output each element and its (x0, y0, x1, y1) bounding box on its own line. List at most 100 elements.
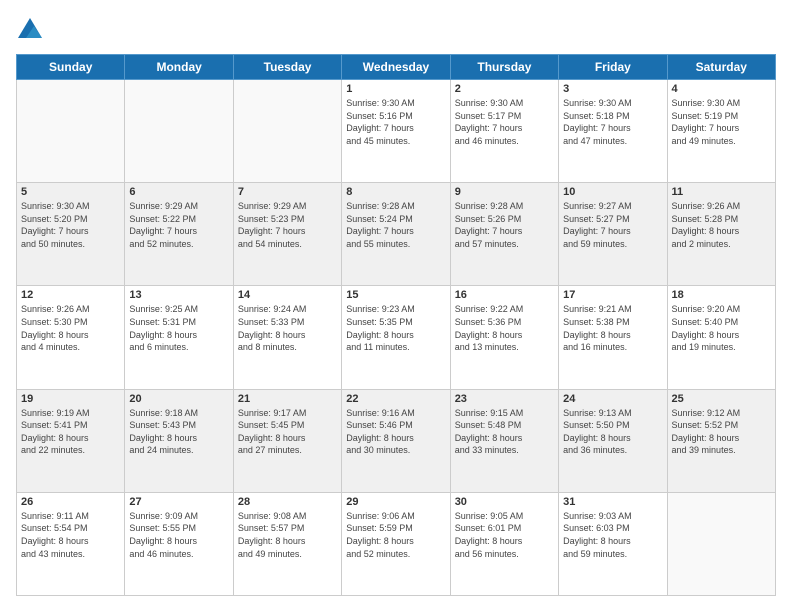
day-info: Sunrise: 9:16 AM Sunset: 5:46 PM Dayligh… (346, 407, 445, 457)
day-cell: 7 Sunrise: 9:29 AM Sunset: 5:23 PM Daylig… (233, 183, 341, 286)
week-row-4: 19 Sunrise: 9:19 AM Sunset: 5:41 PM Dayli… (17, 389, 776, 492)
day-cell: 23 Sunrise: 9:15 AM Sunset: 5:48 PM Dayli… (450, 389, 558, 492)
day-info: Sunrise: 9:26 AM Sunset: 5:28 PM Dayligh… (672, 200, 771, 250)
day-cell: 2 Sunrise: 9:30 AM Sunset: 5:17 PM Daylig… (450, 80, 558, 183)
day-cell: 12 Sunrise: 9:26 AM Sunset: 5:30 PM Dayli… (17, 286, 125, 389)
day-number: 8 (346, 186, 445, 198)
day-info: Sunrise: 9:30 AM Sunset: 5:17 PM Dayligh… (455, 97, 554, 147)
day-cell: 20 Sunrise: 9:18 AM Sunset: 5:43 PM Dayli… (125, 389, 233, 492)
day-info: Sunrise: 9:19 AM Sunset: 5:41 PM Dayligh… (21, 407, 120, 457)
day-info: Sunrise: 9:06 AM Sunset: 5:59 PM Dayligh… (346, 510, 445, 560)
header (16, 16, 776, 44)
day-info: Sunrise: 9:18 AM Sunset: 5:43 PM Dayligh… (129, 407, 228, 457)
day-number: 15 (346, 289, 445, 301)
day-info: Sunrise: 9:29 AM Sunset: 5:23 PM Dayligh… (238, 200, 337, 250)
day-info: Sunrise: 9:11 AM Sunset: 5:54 PM Dayligh… (21, 510, 120, 560)
day-info: Sunrise: 9:15 AM Sunset: 5:48 PM Dayligh… (455, 407, 554, 457)
day-number: 21 (238, 393, 337, 405)
day-cell: 13 Sunrise: 9:25 AM Sunset: 5:31 PM Dayli… (125, 286, 233, 389)
day-cell: 24Sunrise: 9:13 AM Sunset: 5:50 PM Dayli… (559, 389, 667, 492)
day-number: 28 (238, 496, 337, 508)
day-cell: 15 Sunrise: 9:23 AM Sunset: 5:35 PM Dayli… (342, 286, 450, 389)
day-number: 12 (21, 289, 120, 301)
page: SundayMondayTuesdayWednesdayThursdayFrid… (0, 0, 792, 612)
day-info: Sunrise: 9:09 AM Sunset: 5:55 PM Dayligh… (129, 510, 228, 560)
day-number: 22 (346, 393, 445, 405)
day-cell: 3Sunrise: 9:30 AM Sunset: 5:18 PM Daylig… (559, 80, 667, 183)
day-cell: 26 Sunrise: 9:11 AM Sunset: 5:54 PM Dayli… (17, 492, 125, 595)
day-number: 31 (563, 496, 662, 508)
week-row-5: 26 Sunrise: 9:11 AM Sunset: 5:54 PM Dayli… (17, 492, 776, 595)
day-cell: 21 Sunrise: 9:17 AM Sunset: 5:45 PM Dayli… (233, 389, 341, 492)
day-info: Sunrise: 9:26 AM Sunset: 5:30 PM Dayligh… (21, 303, 120, 353)
day-number: 6 (129, 186, 228, 198)
day-info: Sunrise: 9:12 AM Sunset: 5:52 PM Dayligh… (672, 407, 771, 457)
day-number: 14 (238, 289, 337, 301)
day-cell (233, 80, 341, 183)
day-info: Sunrise: 9:28 AM Sunset: 5:26 PM Dayligh… (455, 200, 554, 250)
day-cell: 29Sunrise: 9:06 AM Sunset: 5:59 PM Dayli… (342, 492, 450, 595)
day-number: 13 (129, 289, 228, 301)
day-cell: 11 Sunrise: 9:26 AM Sunset: 5:28 PM Dayli… (667, 183, 775, 286)
day-cell: 8 Sunrise: 9:28 AM Sunset: 5:24 PM Daylig… (342, 183, 450, 286)
day-number: 11 (672, 186, 771, 198)
day-info: Sunrise: 9:03 AM Sunset: 6:03 PM Dayligh… (563, 510, 662, 560)
day-cell: 25 Sunrise: 9:12 AM Sunset: 5:52 PM Dayli… (667, 389, 775, 492)
day-info: Sunrise: 9:08 AM Sunset: 5:57 PM Dayligh… (238, 510, 337, 560)
day-number: 25 (672, 393, 771, 405)
day-number: 7 (238, 186, 337, 198)
day-number: 23 (455, 393, 554, 405)
day-number: 9 (455, 186, 554, 198)
day-info: Sunrise: 9:28 AM Sunset: 5:24 PM Dayligh… (346, 200, 445, 250)
day-cell: 28 Sunrise: 9:08 AM Sunset: 5:57 PM Dayli… (233, 492, 341, 595)
day-number: 27 (129, 496, 228, 508)
day-number: 20 (129, 393, 228, 405)
day-cell: 9 Sunrise: 9:28 AM Sunset: 5:26 PM Daylig… (450, 183, 558, 286)
day-cell: 22 Sunrise: 9:16 AM Sunset: 5:46 PM Dayli… (342, 389, 450, 492)
day-cell (17, 80, 125, 183)
day-cell: 19 Sunrise: 9:19 AM Sunset: 5:41 PM Dayli… (17, 389, 125, 492)
day-number: 10 (563, 186, 662, 198)
day-info: Sunrise: 9:20 AM Sunset: 5:40 PM Dayligh… (672, 303, 771, 353)
calendar-table: SundayMondayTuesdayWednesdayThursdayFrid… (16, 54, 776, 596)
day-info: Sunrise: 9:25 AM Sunset: 5:31 PM Dayligh… (129, 303, 228, 353)
day-cell: 6Sunrise: 9:29 AM Sunset: 5:22 PM Daylig… (125, 183, 233, 286)
day-number: 18 (672, 289, 771, 301)
day-cell: 27 Sunrise: 9:09 AM Sunset: 5:55 PM Dayli… (125, 492, 233, 595)
week-row-2: 5Sunrise: 9:30 AM Sunset: 5:20 PM Daylig… (17, 183, 776, 286)
day-info: Sunrise: 9:23 AM Sunset: 5:35 PM Dayligh… (346, 303, 445, 353)
day-number: 17 (563, 289, 662, 301)
day-number: 26 (21, 496, 120, 508)
day-number: 24 (563, 393, 662, 405)
day-number: 2 (455, 83, 554, 95)
day-cell: 17Sunrise: 9:21 AM Sunset: 5:38 PM Dayli… (559, 286, 667, 389)
day-number: 4 (672, 83, 771, 95)
day-cell: 1Sunrise: 9:30 AM Sunset: 5:16 PM Daylig… (342, 80, 450, 183)
day-info: Sunrise: 9:17 AM Sunset: 5:45 PM Dayligh… (238, 407, 337, 457)
day-number: 30 (455, 496, 554, 508)
day-cell: 31 Sunrise: 9:03 AM Sunset: 6:03 PM Dayli… (559, 492, 667, 595)
col-header-tuesday: Tuesday (233, 55, 341, 80)
day-info: Sunrise: 9:30 AM Sunset: 5:19 PM Dayligh… (672, 97, 771, 147)
day-info: Sunrise: 9:24 AM Sunset: 5:33 PM Dayligh… (238, 303, 337, 353)
week-row-3: 12 Sunrise: 9:26 AM Sunset: 5:30 PM Dayli… (17, 286, 776, 389)
col-header-friday: Friday (559, 55, 667, 80)
day-cell (667, 492, 775, 595)
day-number: 5 (21, 186, 120, 198)
col-header-saturday: Saturday (667, 55, 775, 80)
col-header-wednesday: Wednesday (342, 55, 450, 80)
col-header-thursday: Thursday (450, 55, 558, 80)
day-info: Sunrise: 9:27 AM Sunset: 5:27 PM Dayligh… (563, 200, 662, 250)
day-cell: 10 Sunrise: 9:27 AM Sunset: 5:27 PM Dayli… (559, 183, 667, 286)
day-cell: 30Sunrise: 9:05 AM Sunset: 6:01 PM Dayli… (450, 492, 558, 595)
day-info: Sunrise: 9:30 AM Sunset: 5:16 PM Dayligh… (346, 97, 445, 147)
day-cell: 4 Sunrise: 9:30 AM Sunset: 5:19 PM Daylig… (667, 80, 775, 183)
logo (16, 16, 48, 44)
day-cell: 18 Sunrise: 9:20 AM Sunset: 5:40 PM Dayli… (667, 286, 775, 389)
col-header-monday: Monday (125, 55, 233, 80)
day-cell: 5Sunrise: 9:30 AM Sunset: 5:20 PM Daylig… (17, 183, 125, 286)
day-cell: 16Sunrise: 9:22 AM Sunset: 5:36 PM Dayli… (450, 286, 558, 389)
day-number: 19 (21, 393, 120, 405)
logo-icon (16, 16, 44, 44)
day-number: 16 (455, 289, 554, 301)
